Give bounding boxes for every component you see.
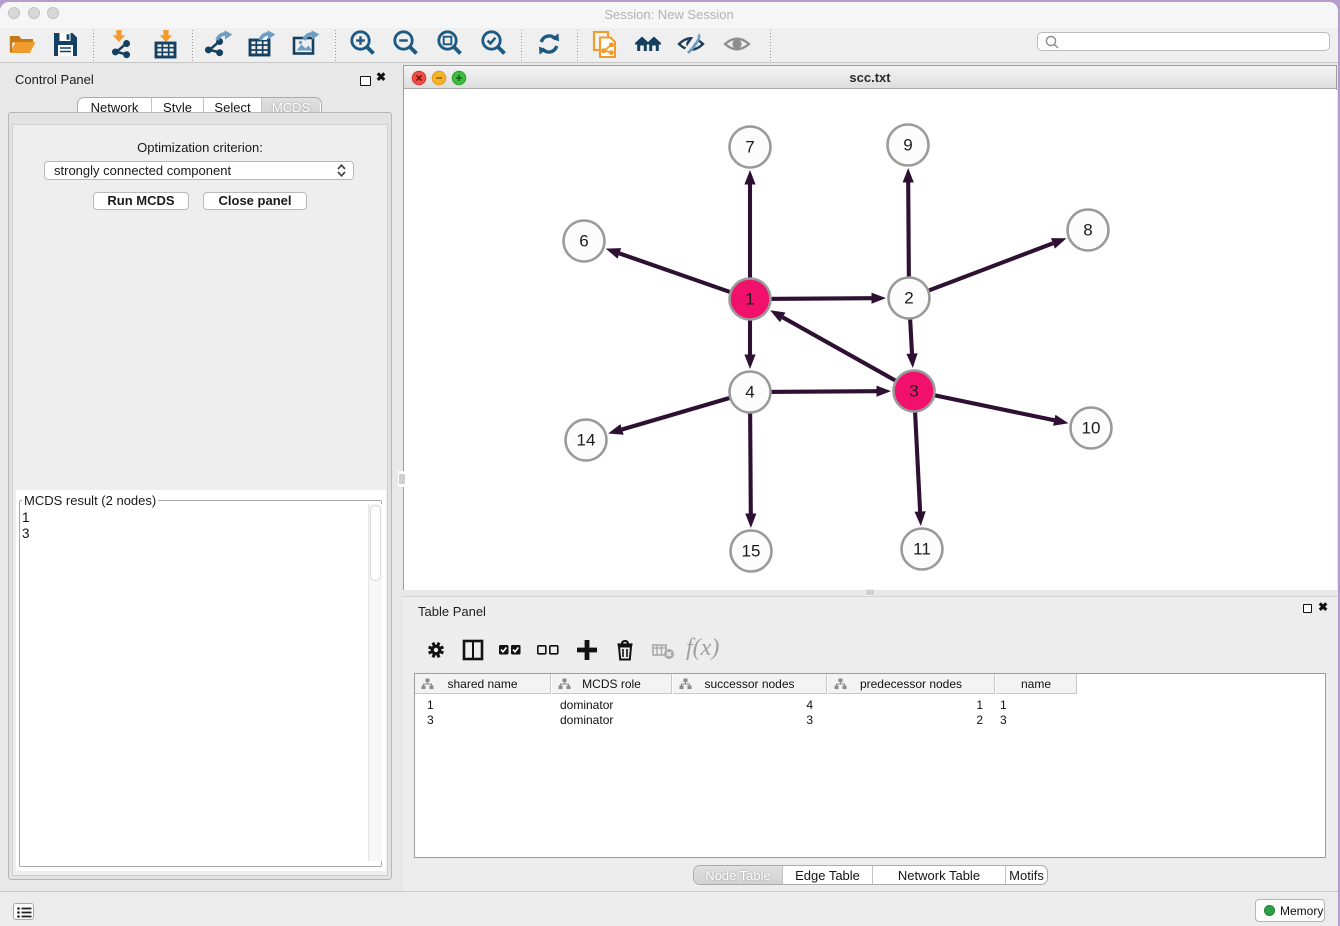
svg-text:15: 15 bbox=[742, 542, 761, 561]
svg-text:14: 14 bbox=[577, 431, 596, 450]
svg-text:6: 6 bbox=[579, 232, 588, 251]
svg-text:8: 8 bbox=[1083, 221, 1092, 240]
svg-text:9: 9 bbox=[903, 136, 912, 155]
svg-text:2: 2 bbox=[904, 289, 913, 308]
svg-text:4: 4 bbox=[745, 383, 754, 402]
svg-text:1: 1 bbox=[745, 290, 754, 309]
svg-text:10: 10 bbox=[1082, 419, 1101, 438]
svg-text:7: 7 bbox=[745, 138, 754, 157]
svg-text:3: 3 bbox=[909, 382, 918, 401]
svg-text:11: 11 bbox=[913, 540, 931, 559]
